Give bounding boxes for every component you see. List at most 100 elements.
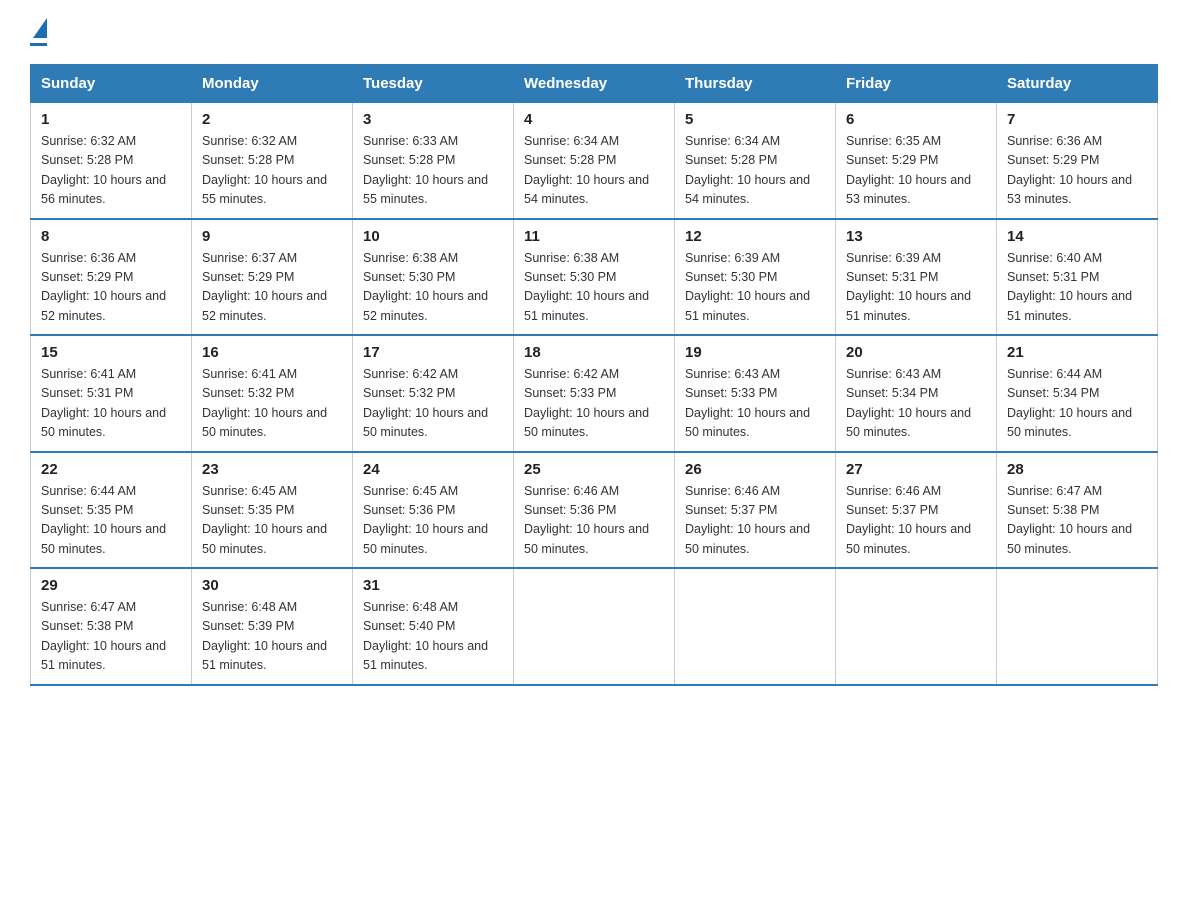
calendar-cell [675,568,836,685]
day-number: 20 [846,344,986,361]
day-number: 14 [1007,228,1147,245]
day-info: Sunrise: 6:42 AMSunset: 5:32 PMDaylight:… [363,365,503,443]
week-row-5: 29 Sunrise: 6:47 AMSunset: 5:38 PMDayligh… [31,568,1158,685]
calendar-cell [836,568,997,685]
day-info: Sunrise: 6:48 AMSunset: 5:40 PMDaylight:… [363,598,503,676]
day-number: 9 [202,228,342,245]
header-thursday: Thursday [675,65,836,103]
logo-blue [30,20,47,40]
calendar-cell: 27 Sunrise: 6:46 AMSunset: 5:37 PMDayligh… [836,452,997,569]
day-number: 1 [41,111,181,128]
day-number: 5 [685,111,825,128]
day-number: 19 [685,344,825,361]
day-info: Sunrise: 6:45 AMSunset: 5:36 PMDaylight:… [363,482,503,560]
page-header [30,20,1158,46]
calendar-cell: 22 Sunrise: 6:44 AMSunset: 5:35 PMDayligh… [31,452,192,569]
day-number: 24 [363,461,503,478]
calendar-cell: 11 Sunrise: 6:38 AMSunset: 5:30 PMDayligh… [514,219,675,336]
day-number: 30 [202,577,342,594]
day-number: 29 [41,577,181,594]
day-info: Sunrise: 6:34 AMSunset: 5:28 PMDaylight:… [685,132,825,210]
calendar-cell: 5 Sunrise: 6:34 AMSunset: 5:28 PMDaylight… [675,103,836,219]
header-tuesday: Tuesday [353,65,514,103]
day-info: Sunrise: 6:35 AMSunset: 5:29 PMDaylight:… [846,132,986,210]
header-sunday: Sunday [31,65,192,103]
day-info: Sunrise: 6:33 AMSunset: 5:28 PMDaylight:… [363,132,503,210]
day-number: 25 [524,461,664,478]
calendar-cell: 8 Sunrise: 6:36 AMSunset: 5:29 PMDaylight… [31,219,192,336]
day-info: Sunrise: 6:39 AMSunset: 5:30 PMDaylight:… [685,249,825,327]
calendar-cell: 25 Sunrise: 6:46 AMSunset: 5:36 PMDayligh… [514,452,675,569]
header-friday: Friday [836,65,997,103]
calendar-cell: 13Sunrise: 6:39 AMSunset: 5:31 PMDayligh… [836,219,997,336]
day-number: 23 [202,461,342,478]
week-row-1: 1 Sunrise: 6:32 AMSunset: 5:28 PMDaylight… [31,103,1158,219]
calendar-cell [997,568,1158,685]
day-number: 31 [363,577,503,594]
week-row-3: 15 Sunrise: 6:41 AMSunset: 5:31 PMDayligh… [31,335,1158,452]
day-number: 22 [41,461,181,478]
calendar-cell: 2 Sunrise: 6:32 AMSunset: 5:28 PMDaylight… [192,103,353,219]
day-info: Sunrise: 6:41 AMSunset: 5:32 PMDaylight:… [202,365,342,443]
calendar-header-row: SundayMondayTuesdayWednesdayThursdayFrid… [31,65,1158,103]
calendar-cell: 19Sunrise: 6:43 AMSunset: 5:33 PMDayligh… [675,335,836,452]
day-info: Sunrise: 6:32 AMSunset: 5:28 PMDaylight:… [41,132,181,210]
calendar-cell: 26 Sunrise: 6:46 AMSunset: 5:37 PMDayligh… [675,452,836,569]
day-info: Sunrise: 6:48 AMSunset: 5:39 PMDaylight:… [202,598,342,676]
day-number: 3 [363,111,503,128]
calendar-cell: 1 Sunrise: 6:32 AMSunset: 5:28 PMDaylight… [31,103,192,219]
day-number: 11 [524,228,664,245]
day-info: Sunrise: 6:47 AMSunset: 5:38 PMDaylight:… [1007,482,1147,560]
day-number: 26 [685,461,825,478]
calendar-cell: 7 Sunrise: 6:36 AMSunset: 5:29 PMDaylight… [997,103,1158,219]
calendar-cell: 20 Sunrise: 6:43 AMSunset: 5:34 PMDayligh… [836,335,997,452]
day-info: Sunrise: 6:41 AMSunset: 5:31 PMDaylight:… [41,365,181,443]
day-info: Sunrise: 6:46 AMSunset: 5:37 PMDaylight:… [685,482,825,560]
day-info: Sunrise: 6:46 AMSunset: 5:36 PMDaylight:… [524,482,664,560]
day-info: Sunrise: 6:36 AMSunset: 5:29 PMDaylight:… [41,249,181,327]
day-info: Sunrise: 6:44 AMSunset: 5:34 PMDaylight:… [1007,365,1147,443]
day-number: 17 [363,344,503,361]
calendar-cell: 18Sunrise: 6:42 AMSunset: 5:33 PMDayligh… [514,335,675,452]
calendar-cell [514,568,675,685]
day-info: Sunrise: 6:37 AMSunset: 5:29 PMDaylight:… [202,249,342,327]
day-info: Sunrise: 6:46 AMSunset: 5:37 PMDaylight:… [846,482,986,560]
day-number: 10 [363,228,503,245]
week-row-4: 22 Sunrise: 6:44 AMSunset: 5:35 PMDayligh… [31,452,1158,569]
day-number: 15 [41,344,181,361]
calendar-cell: 15 Sunrise: 6:41 AMSunset: 5:31 PMDayligh… [31,335,192,452]
day-number: 27 [846,461,986,478]
day-number: 6 [846,111,986,128]
calendar-cell: 6 Sunrise: 6:35 AMSunset: 5:29 PMDaylight… [836,103,997,219]
day-info: Sunrise: 6:42 AMSunset: 5:33 PMDaylight:… [524,365,664,443]
calendar-cell: 21Sunrise: 6:44 AMSunset: 5:34 PMDayligh… [997,335,1158,452]
calendar-cell: 23 Sunrise: 6:45 AMSunset: 5:35 PMDayligh… [192,452,353,569]
calendar-cell: 3 Sunrise: 6:33 AMSunset: 5:28 PMDaylight… [353,103,514,219]
day-number: 7 [1007,111,1147,128]
day-info: Sunrise: 6:36 AMSunset: 5:29 PMDaylight:… [1007,132,1147,210]
day-info: Sunrise: 6:44 AMSunset: 5:35 PMDaylight:… [41,482,181,560]
day-info: Sunrise: 6:47 AMSunset: 5:38 PMDaylight:… [41,598,181,676]
header-saturday: Saturday [997,65,1158,103]
calendar-cell: 16Sunrise: 6:41 AMSunset: 5:32 PMDayligh… [192,335,353,452]
week-row-2: 8 Sunrise: 6:36 AMSunset: 5:29 PMDaylight… [31,219,1158,336]
day-info: Sunrise: 6:45 AMSunset: 5:35 PMDaylight:… [202,482,342,560]
day-number: 8 [41,228,181,245]
calendar-cell: 12 Sunrise: 6:39 AMSunset: 5:30 PMDayligh… [675,219,836,336]
day-info: Sunrise: 6:38 AMSunset: 5:30 PMDaylight:… [363,249,503,327]
calendar-cell: 31 Sunrise: 6:48 AMSunset: 5:40 PMDayligh… [353,568,514,685]
day-number: 28 [1007,461,1147,478]
logo-underline [30,43,47,46]
calendar-cell: 24 Sunrise: 6:45 AMSunset: 5:36 PMDayligh… [353,452,514,569]
calendar-cell: 10 Sunrise: 6:38 AMSunset: 5:30 PMDayligh… [353,219,514,336]
day-number: 2 [202,111,342,128]
day-info: Sunrise: 6:43 AMSunset: 5:34 PMDaylight:… [846,365,986,443]
logo-triangle-icon [33,18,47,38]
day-number: 12 [685,228,825,245]
day-info: Sunrise: 6:38 AMSunset: 5:30 PMDaylight:… [524,249,664,327]
calendar-cell: 14Sunrise: 6:40 AMSunset: 5:31 PMDayligh… [997,219,1158,336]
day-number: 4 [524,111,664,128]
calendar-cell: 30 Sunrise: 6:48 AMSunset: 5:39 PMDayligh… [192,568,353,685]
day-info: Sunrise: 6:32 AMSunset: 5:28 PMDaylight:… [202,132,342,210]
calendar-table: SundayMondayTuesdayWednesdayThursdayFrid… [30,64,1158,686]
